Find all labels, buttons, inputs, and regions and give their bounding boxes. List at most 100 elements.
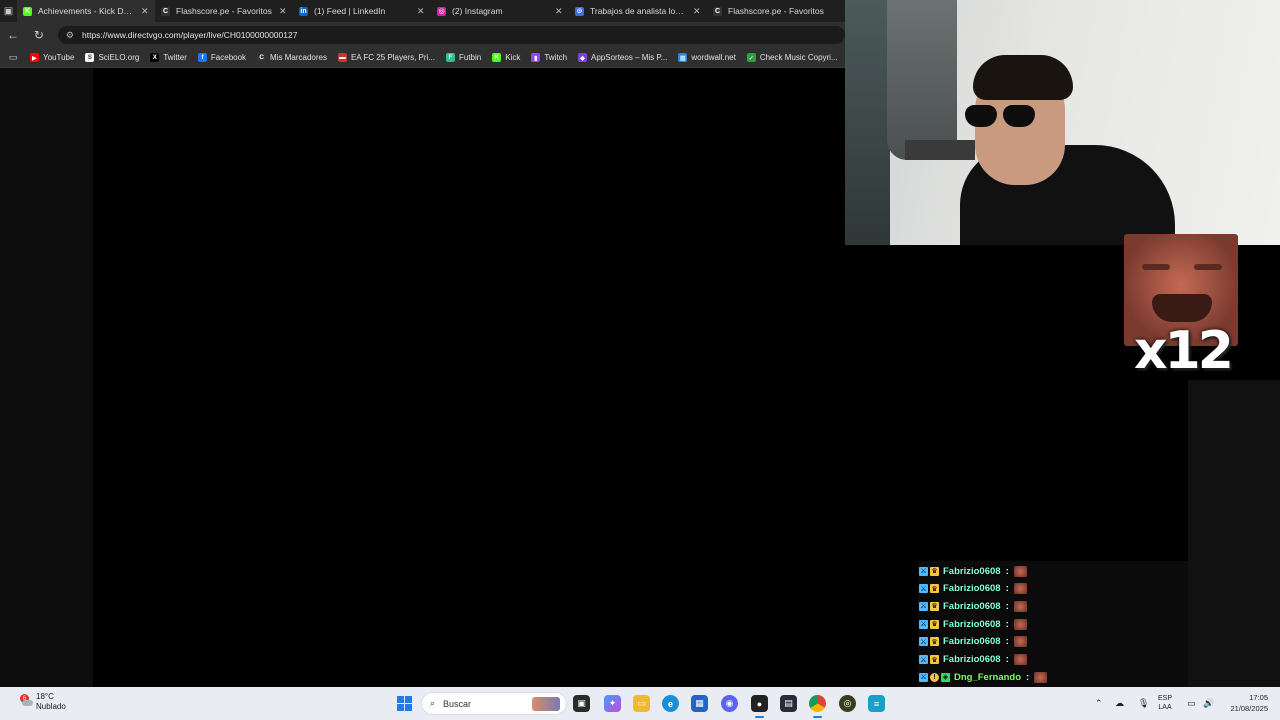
chat-message: ⚔ ♛ Fabrizio0608:	[919, 563, 1027, 579]
microphone-icon[interactable]: 🎙	[1138, 687, 1149, 720]
og-badge-icon: ◈	[941, 672, 950, 682]
tab-title: (1) Feed | LinkedIn	[314, 6, 386, 16]
copilot-icon[interactable]: ✦	[604, 695, 621, 712]
start-icon[interactable]	[397, 696, 412, 711]
emote-multiplier: x12	[1134, 321, 1234, 381]
input-language[interactable]: ESP LAA	[1158, 694, 1172, 712]
lang-layout: LAA	[1158, 704, 1172, 711]
reload-icon[interactable]: ↻	[32, 28, 46, 42]
clock[interactable]: 17:05 21/08/2025	[1222, 692, 1268, 714]
bookmark[interactable]: S SciELO.org	[85, 53, 139, 62]
bookmark-label: Futbin	[458, 53, 482, 62]
wordwall-icon: ▦	[678, 53, 688, 62]
tab-strip: ▣ K Achievements - Kick Dashb ✕ C Flashscore…	[0, 0, 845, 22]
gift-badge-icon: !	[930, 672, 939, 682]
page-gutter	[0, 68, 93, 687]
taskbar: 6 18°C Nublado ⌕ Buscar ▣ ✦ ▭ e ▦ ◉ ● ▤ …	[0, 687, 1280, 720]
chat-separator: :	[1005, 654, 1009, 665]
video-player[interactable]	[93, 68, 845, 687]
check-icon: ✓	[746, 53, 756, 62]
close-tab-icon[interactable]: ✕	[279, 6, 287, 17]
flashscore-icon: C	[713, 6, 722, 16]
taskbar-search[interactable]: ⌕ Buscar	[421, 692, 567, 715]
x-icon: X	[150, 53, 160, 62]
tab-title: Trabajos de analista logístic	[590, 6, 687, 16]
bookmark[interactable]: f Facebook	[197, 53, 246, 62]
browser-tab[interactable]: in (1) Feed | LinkedIn ✕	[293, 0, 431, 22]
sub-badge-icon: ⚔	[919, 601, 928, 611]
instagram-icon: ◎	[437, 6, 446, 16]
side-panel-icon[interactable]: ▭	[6, 52, 20, 63]
jobs-icon: ⊙	[575, 6, 584, 16]
chat-message: ⚔ ♛ Fabrizio0608:	[919, 616, 1027, 632]
clock-time: 17:05	[1249, 693, 1268, 702]
file-explorer-icon[interactable]: ▭	[633, 695, 650, 712]
overlay-panel	[1188, 380, 1280, 687]
address-bar[interactable]: ⚙ https://www.directvgo.com/player/live/…	[57, 26, 846, 44]
weather-desc: Nublado	[36, 702, 66, 711]
chat-separator: :	[1005, 600, 1009, 612]
youtube-icon: ▶	[30, 53, 39, 62]
back-icon[interactable]: ←	[6, 28, 20, 42]
chat-separator: :	[1005, 583, 1009, 595]
search-placeholder: Buscar	[443, 698, 472, 709]
chat-emote-icon	[1013, 636, 1027, 648]
edge-icon[interactable]: e	[662, 695, 679, 712]
bookmark[interactable]: K Kick	[492, 53, 520, 62]
game-launcher-icon[interactable]: ◎	[839, 695, 856, 712]
bookmark[interactable]: ▶ YouTube	[30, 53, 74, 62]
network-icon[interactable]: ▭	[1187, 687, 1196, 720]
bookmark[interactable]: ▬ EA FC 25 Players, Pri...	[337, 53, 435, 62]
tray-overflow-icon[interactable]: ⌃	[1095, 687, 1103, 720]
discord-icon[interactable]: ◉	[721, 695, 738, 712]
chat-username: Fabrizio0608	[943, 636, 1001, 648]
search-highlight-image	[532, 696, 560, 711]
close-tab-icon[interactable]: ✕	[417, 6, 425, 17]
close-tab-icon[interactable]: ✕	[693, 6, 701, 17]
bookmark-label: Mis Marcadores	[270, 53, 327, 62]
bookmark[interactable]: ▦ wordwall.net	[678, 53, 736, 62]
sub-badge-icon: ⚔	[919, 584, 928, 594]
bookmark[interactable]: C Mis Marcadores	[257, 53, 327, 62]
app-icon[interactable]: ▤	[780, 695, 797, 712]
twitch-icon: ▮	[531, 53, 541, 62]
browser-tab[interactable]: K Achievements - Kick Dashb ✕	[17, 0, 155, 22]
bookmark-label: wordwall.net	[691, 53, 736, 62]
appsorteos-icon: ◆	[578, 53, 588, 62]
tab-search-icon[interactable]: ▣	[0, 0, 17, 22]
site-info-icon[interactable]: ⚙	[66, 30, 74, 41]
chat-separator: :	[1005, 565, 1009, 577]
browser-tab[interactable]: ◎ (2) Instagram ✕	[431, 0, 569, 22]
bookmark-label: SciELO.org	[98, 53, 140, 62]
search-icon: ⌕	[430, 698, 436, 708]
scielo-icon: S	[85, 53, 95, 62]
weather-icon: 6	[20, 694, 33, 708]
close-tab-icon[interactable]: ✕	[141, 6, 149, 17]
chat-message: ⚔ ♛ Fabrizio0608:	[919, 598, 1027, 614]
browser-tab[interactable]: C Flashscore.pe - Favoritos	[707, 0, 845, 22]
chat-emote-icon	[1013, 600, 1027, 612]
futbin-icon: F	[445, 53, 455, 62]
weather-widget[interactable]: 6 18°C Nublado	[20, 692, 66, 712]
obs-icon[interactable]: ●	[751, 695, 768, 718]
close-tab-icon[interactable]: ✕	[555, 6, 563, 17]
bookmark[interactable]: X Twitter	[150, 53, 187, 62]
bookmark[interactable]: ✓ Check Music Copyri...	[746, 53, 838, 62]
bookmark[interactable]: ▮ Twitch	[531, 53, 567, 62]
notepad-icon[interactable]: ≡	[868, 695, 885, 712]
bookmark[interactable]: F Futbin	[445, 53, 482, 62]
browser-tab[interactable]: ⊙ Trabajos de analista logístic ✕	[569, 0, 707, 22]
chrome-icon[interactable]	[809, 695, 826, 718]
onedrive-icon[interactable]: ☁	[1115, 687, 1124, 720]
futwiz-icon: ▬	[337, 53, 347, 62]
volume-icon[interactable]: 🔊	[1203, 687, 1214, 720]
chat-message: ⚔ ♛ Fabrizio0608:	[919, 634, 1027, 650]
chat-username: Fabrizio0608	[943, 565, 1001, 577]
browser-tab[interactable]: C Flashscore.pe - Favoritos ✕	[155, 0, 293, 22]
chat-username: Fabrizio0608	[943, 654, 1001, 665]
bookmark[interactable]: ◆ AppSorteos – Mis P...	[578, 53, 667, 62]
chat-separator: :	[1026, 671, 1030, 683]
task-view-icon[interactable]: ▣	[573, 695, 590, 712]
clock-date: 21/08/2025	[1230, 704, 1268, 713]
store-icon[interactable]: ▦	[691, 695, 708, 712]
